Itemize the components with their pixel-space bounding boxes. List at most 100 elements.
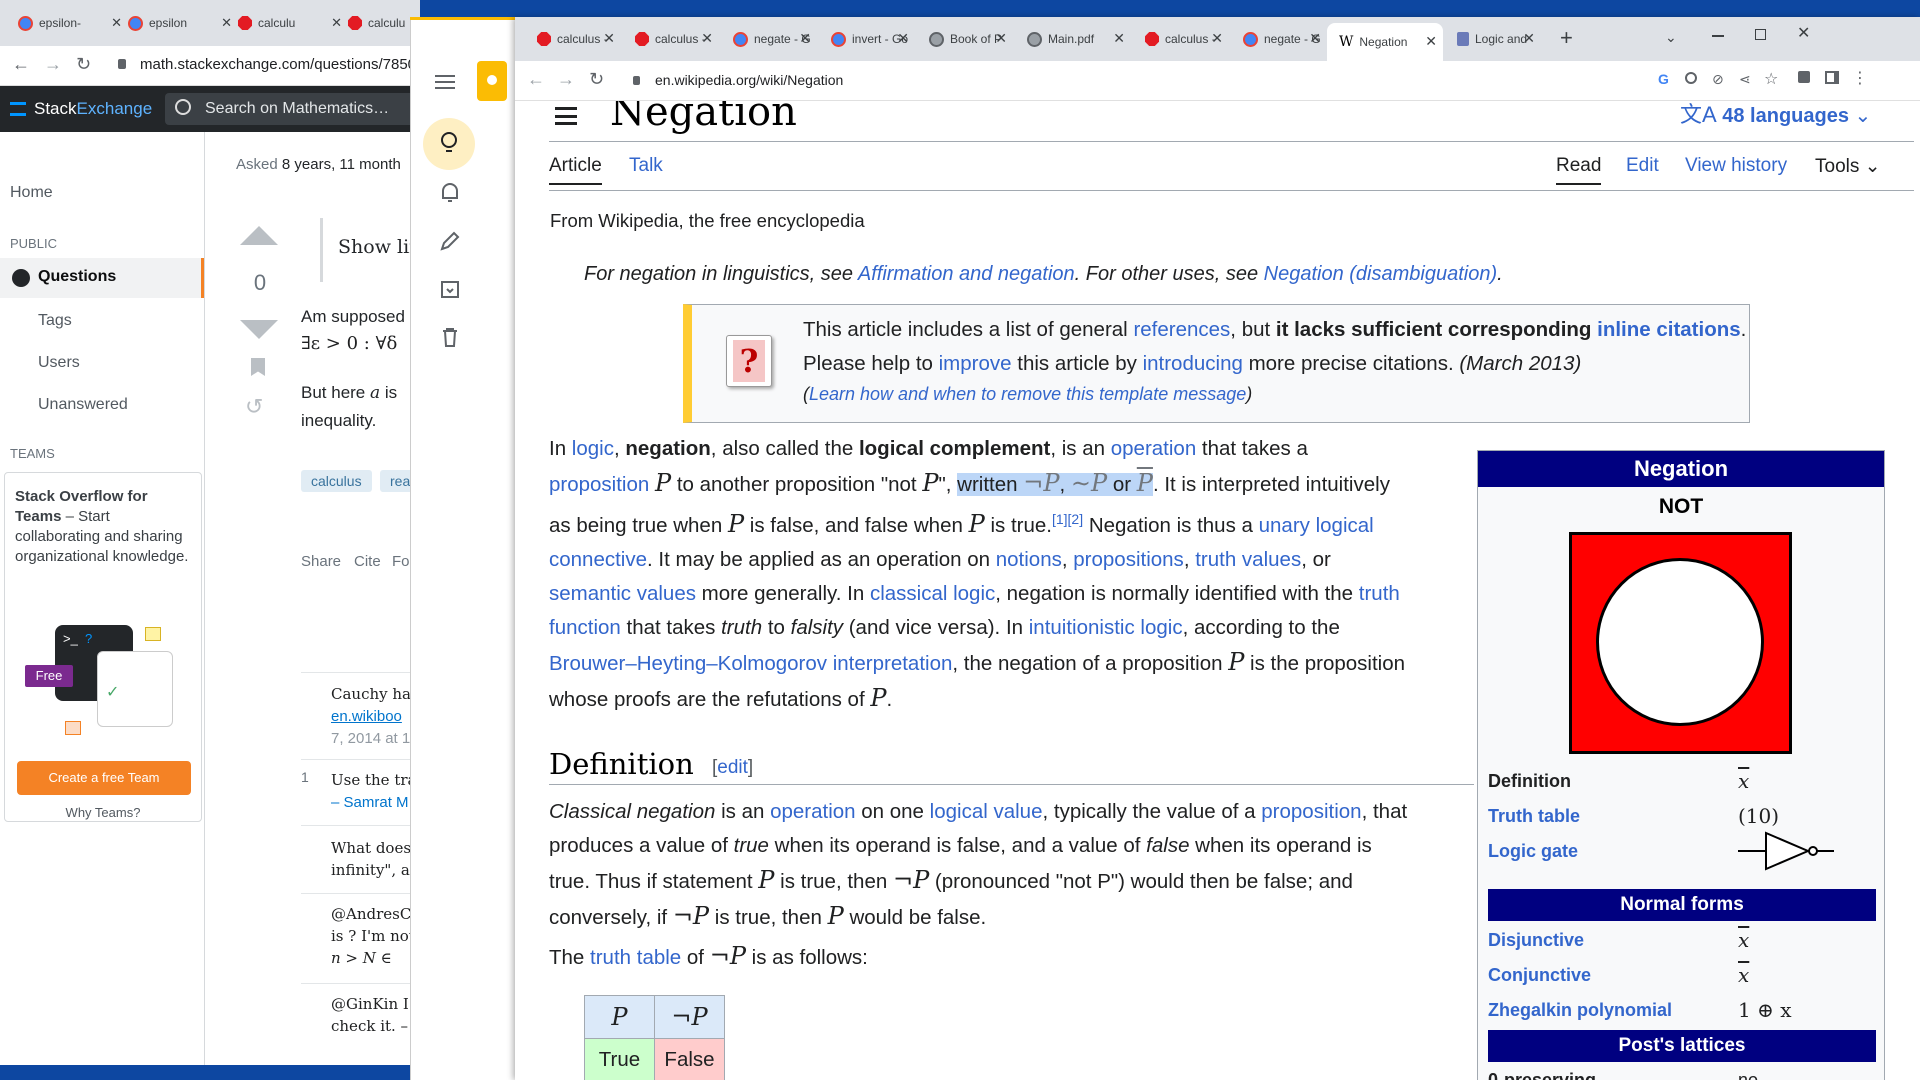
cite-link[interactable]: Cite [354,553,381,570]
operation-link[interactable]: operation [770,800,855,823]
propositions-link[interactable]: propositions [1073,548,1184,571]
share-icon[interactable]: ⋖ [1739,71,1751,88]
operation-link[interactable]: operation [1111,437,1196,460]
remove-template-link[interactable]: Learn how and when to remove this templa… [809,384,1246,404]
nav-home[interactable]: Home [10,184,53,202]
tab-view-history[interactable]: View history [1685,155,1787,177]
back-icon[interactable]: ← [527,69,545,90]
references-link[interactable]: references [1133,318,1230,341]
more-icon[interactable]: ⋮ [1852,68,1868,88]
close-icon[interactable]: ✕ [1425,33,1437,50]
tab-negation-active[interactable]: W Negation ✕ [1327,23,1443,61]
semantic-values-link[interactable]: semantic values [549,582,696,605]
tab-1[interactable]: calculus - ✕ [525,25,621,53]
tab-search-icon[interactable]: ⌄ [1665,29,1677,46]
nav-tags[interactable]: Tags [38,312,72,330]
se-tab-1[interactable]: epsilon- ✕ [10,8,130,38]
nav-users[interactable]: Users [38,354,80,372]
citation-2[interactable]: [2] [1068,511,1084,527]
bhk-link[interactable]: Brouwer–Heyting–Kolmogorov interpretatio… [549,652,952,675]
close-icon[interactable]: ✕ [799,30,811,47]
reload-icon[interactable]: ↻ [76,54,91,75]
close-icon[interactable]: ✕ [1309,30,1321,47]
extensions-icon[interactable] [1798,71,1810,83]
follow-link[interactable]: Fo [392,553,410,570]
reload-icon[interactable]: ↻ [589,69,604,90]
new-tab-icon[interactable]: + [1560,25,1573,51]
section-edit-link[interactable]: edit [717,757,748,778]
archive-icon[interactable] [439,278,461,300]
bookmark-star-icon[interactable]: ☆ [1764,69,1778,89]
close-window-icon[interactable]: ✕ [1797,23,1810,43]
logical-value-link[interactable]: logical value [930,800,1043,823]
nav-questions[interactable]: Questions [0,258,204,298]
downvote-icon[interactable] [240,320,278,339]
hide-icon[interactable]: ⊘ [1712,71,1724,88]
tag-calculus[interactable]: calculus [301,470,372,492]
disambiguation-link[interactable]: Negation (disambiguation) [1264,263,1497,285]
zhegalkin-link[interactable]: Zhegalkin polynomial [1488,1000,1672,1021]
se-search-input[interactable]: Search on Mathematics… [165,93,415,125]
tab-3[interactable]: negate - G ✕ [721,25,817,53]
tab-8[interactable]: negate - G ✕ [1231,25,1327,53]
truth-table-link[interactable]: Truth table [1488,806,1580,827]
conjunctive-link[interactable]: Conjunctive [1488,965,1591,986]
share-link[interactable]: Share [301,553,341,570]
connective-link[interactable]: connective [549,548,647,571]
affirmation-link[interactable]: Affirmation and negation [858,263,1075,285]
forward-icon[interactable]: → [44,54,62,75]
close-icon[interactable]: ✕ [1211,30,1223,47]
improve-link[interactable]: improve [939,352,1012,375]
classical-logic-link[interactable]: classical logic [870,582,995,605]
notes-icon[interactable] [423,118,475,170]
close-icon[interactable]: ✕ [1113,30,1125,47]
languages-button[interactable]: 文A 48 languages ⌄ [1680,101,1871,129]
tab-5[interactable]: Book of P ✕ [917,25,1013,53]
close-icon[interactable]: ✕ [701,30,713,47]
edit-labels-icon[interactable] [439,230,461,252]
close-icon[interactable]: ✕ [1523,30,1535,47]
truth-table-link[interactable]: truth table [590,946,681,969]
why-teams-link[interactable]: Why Teams? [5,805,201,820]
se-tab-4[interactable]: calculu [340,8,420,38]
tab-4[interactable]: invert - Go ✕ [819,25,915,53]
intuitionistic-logic-link[interactable]: intuitionistic logic [1029,616,1183,639]
tab-7[interactable]: calculus - ✕ [1133,25,1229,53]
notions-link[interactable]: notions [996,548,1062,571]
comment-author[interactable]: – Samrat M [331,794,409,811]
history-icon[interactable]: ↺ [245,394,263,420]
citation-1[interactable]: [1] [1052,511,1068,527]
truth-function-link[interactable]: function [549,616,621,639]
maximize-icon[interactable] [1755,29,1766,40]
se-tab-2[interactable]: epsilon ✕ [120,8,240,38]
tab-article[interactable]: Article [549,155,602,185]
tab-6[interactable]: Main.pdf ✕ [1015,25,1131,53]
nav-unanswered[interactable]: Unanswered [38,396,128,414]
create-team-button[interactable]: Create a free Team [17,761,191,795]
tab-talk[interactable]: Talk [629,155,663,177]
inline-citations-link[interactable]: inline citations [1597,318,1741,341]
truth-values-link[interactable]: truth values [1195,548,1301,571]
close-icon[interactable]: ✕ [603,30,615,47]
tools-menu[interactable]: Tools ⌄ [1815,155,1881,178]
tab-read[interactable]: Read [1556,155,1602,185]
close-icon[interactable]: ✕ [995,30,1007,47]
side-panel-icon[interactable] [1825,71,1839,84]
back-icon[interactable]: ← [12,54,30,75]
proposition-link[interactable]: proposition [1261,800,1361,823]
se-tab-3[interactable]: calculu ✕ [230,8,350,38]
upvote-icon[interactable] [240,226,278,245]
url-field[interactable]: en.wikipedia.org/wiki/Negation [655,72,843,88]
tab-2[interactable]: calculus - ✕ [623,25,719,53]
trash-icon[interactable] [440,326,460,348]
menu-icon[interactable] [435,75,455,89]
tab-10[interactable]: Logic and ✕ [1445,25,1541,53]
truth-link[interactable]: truth [1359,582,1400,605]
zoom-icon[interactable] [1685,72,1697,84]
disjunctive-link[interactable]: Disjunctive [1488,930,1584,951]
toc-icon[interactable] [555,107,577,125]
bookmark-icon[interactable] [251,358,265,376]
google-lens-icon[interactable]: G [1658,71,1669,87]
introducing-link[interactable]: introducing [1143,352,1243,375]
unary-connective-link[interactable]: unary logical [1259,514,1374,537]
